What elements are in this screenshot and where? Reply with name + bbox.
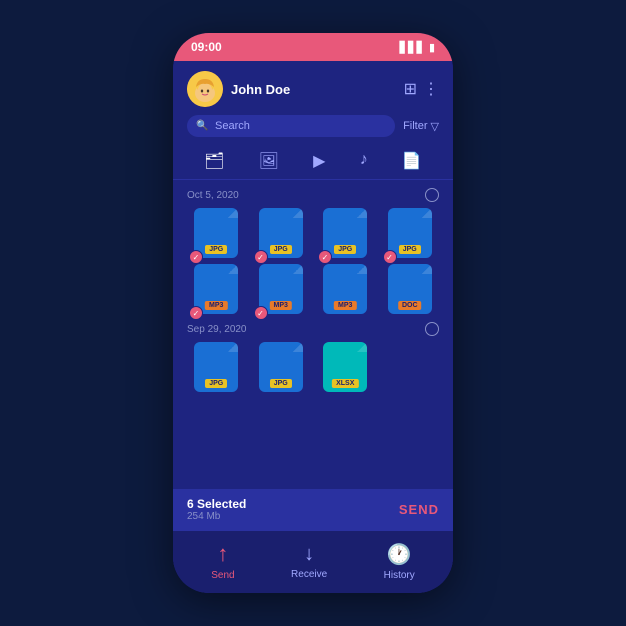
file-item[interactable]: MP3	[316, 264, 375, 314]
file-item[interactable]: JPG ✓	[252, 208, 311, 258]
check-badge: ✓	[383, 250, 397, 264]
tab-doc[interactable]: 📄	[396, 149, 428, 173]
check-badge: ✓	[318, 250, 332, 264]
date-label-1: Oct 5, 2020	[187, 190, 239, 201]
category-tabs: 🗂 🖼 ▶ ♪ 📄	[173, 145, 453, 180]
nav-send[interactable]: ↑ Send	[211, 541, 234, 581]
file-list: Oct 5, 2020 JPG ✓ JPG ✓ JPG ✓	[173, 180, 453, 485]
status-icons: ▋▋▋ ▮	[400, 41, 435, 54]
file-grid-2: JPG JPG XLSX	[187, 342, 439, 392]
avatar	[187, 71, 223, 107]
date-section-1: Oct 5, 2020 JPG ✓ JPG ✓ JPG ✓	[187, 188, 439, 314]
receive-nav-label: Receive	[291, 569, 327, 580]
username-label: John Doe	[231, 82, 396, 97]
section-select-circle-2[interactable]	[425, 322, 439, 336]
avatar-image	[187, 71, 223, 107]
search-bar: 🔍 Filter ▽	[187, 115, 439, 137]
filter-icon: ▽	[431, 120, 439, 133]
status-bar: 09:00 ▋▋▋ ▮	[173, 33, 453, 61]
file-item[interactable]: JPG ✓	[316, 208, 375, 258]
more-options-icon[interactable]: ⋮	[423, 79, 439, 99]
send-nav-label: Send	[211, 570, 234, 581]
file-item[interactable]: JPG	[187, 342, 246, 392]
phone-container: 09:00 ▋▋▋ ▮ John Doe	[173, 33, 453, 593]
filter-label: Filter	[403, 120, 427, 132]
file-item[interactable]: MP3 ✓	[252, 264, 311, 314]
file-item[interactable]: MP3 ✓	[187, 264, 246, 314]
history-nav-label: History	[384, 570, 415, 581]
check-badge: ✓	[189, 250, 203, 264]
date-section-2: Sep 29, 2020 JPG JPG XLSX	[187, 322, 439, 392]
date-header-1: Oct 5, 2020	[187, 188, 439, 202]
date-label-2: Sep 29, 2020	[187, 324, 247, 335]
file-item[interactable]: XLSX	[316, 342, 375, 392]
nav-bar: ↑ Send ↓ Receive 🕐 History	[173, 530, 453, 593]
date-header-2: Sep 29, 2020	[187, 322, 439, 336]
selected-info: 6 Selected 254 Mb	[187, 497, 246, 522]
tab-all[interactable]: 🗂	[198, 149, 230, 173]
nav-history[interactable]: 🕐 History	[384, 542, 415, 581]
check-badge: ✓	[254, 306, 268, 320]
tab-audio[interactable]: ♪	[354, 149, 374, 173]
selected-bar: 6 Selected 254 Mb SEND	[173, 489, 453, 530]
check-badge: ✓	[254, 250, 268, 264]
header: John Doe ⊞ ⋮	[173, 61, 453, 115]
header-actions: ⊞ ⋮	[404, 79, 439, 99]
main-content: John Doe ⊞ ⋮ 🔍 Filter ▽ 🗂 🖼 ▶ ♪ 📄	[173, 61, 453, 593]
selected-size: 254 Mb	[187, 511, 246, 522]
nav-receive[interactable]: ↓ Receive	[291, 543, 327, 580]
send-nav-icon: ↑	[217, 541, 228, 567]
filter-button[interactable]: Filter ▽	[403, 120, 439, 133]
section-select-circle-1[interactable]	[425, 188, 439, 202]
file-item[interactable]: JPG ✓	[381, 208, 440, 258]
grid-icon[interactable]: ⊞	[404, 79, 417, 99]
search-wrapper: 🔍	[187, 115, 395, 137]
search-input[interactable]	[187, 115, 395, 137]
file-item[interactable]: JPG ✓	[187, 208, 246, 258]
receive-nav-icon: ↓	[304, 543, 314, 566]
file-grid-1: JPG ✓ JPG ✓ JPG ✓ JPG ✓	[187, 208, 439, 314]
file-item[interactable]: DOC	[381, 264, 440, 314]
tab-image[interactable]: 🖼	[253, 149, 285, 173]
history-nav-icon: 🕐	[387, 542, 412, 567]
send-button[interactable]: SEND	[399, 502, 439, 517]
status-time: 09:00	[191, 40, 222, 54]
selected-count: 6 Selected	[187, 497, 246, 511]
battery-icon: ▮	[429, 41, 435, 54]
signal-icon: ▋▋▋	[400, 41, 425, 54]
file-item[interactable]: JPG	[252, 342, 311, 392]
check-badge: ✓	[189, 306, 203, 320]
tab-video[interactable]: ▶	[307, 149, 331, 173]
